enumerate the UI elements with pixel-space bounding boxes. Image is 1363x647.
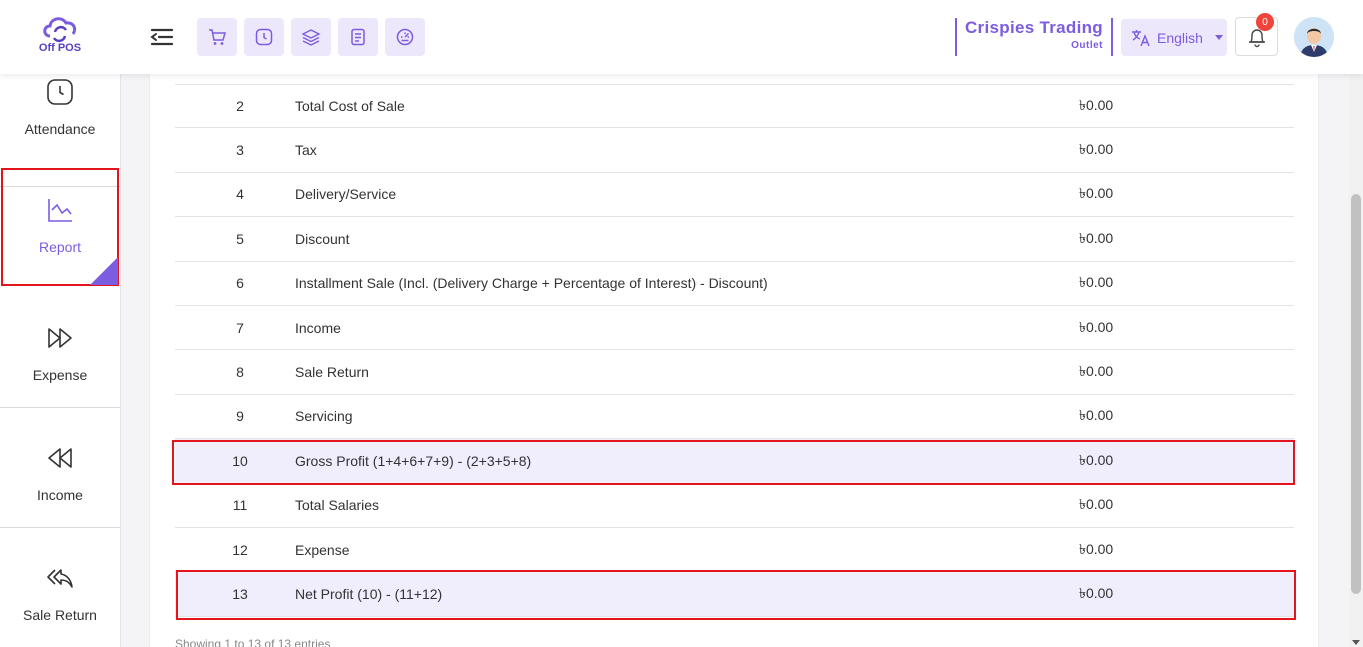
row-amount: ৳0.00 [1079,540,1114,557]
sidebar-item-report[interactable]: Report [0,167,120,287]
sidebar-item-label: Income [37,487,83,503]
rewind-icon [48,448,72,468]
avatar-image [1294,17,1334,57]
quick-pos-button[interactable] [197,18,237,56]
scrollbar-thumb[interactable] [1351,194,1361,594]
table-row: 6 Installment Sale (Incl. (Delivery Char… [175,262,1294,306]
row-amount: ৳0.00 [1079,363,1114,380]
table-row: 3 Tax ৳0.00 [175,128,1294,173]
quick-attendance-button[interactable] [244,18,284,56]
report-card: 2 Total Cost of Sale ৳0.00 3 Tax ৳0.00 4… [149,74,1319,647]
outlet-info: Crispies Trading Outlet [960,18,1103,51]
row-description: Income [295,319,341,336]
table-row: 7 Income ৳0.00 [175,306,1294,351]
table-row: 9 Servicing ৳0.00 [175,395,1294,440]
row-description: Expense [295,541,350,558]
sidebar-item-income[interactable]: Income [0,408,120,528]
row-amount: ৳0.00 [1079,451,1114,468]
row-amount: ৳0.00 [1079,141,1114,158]
row-description: Discount [295,230,350,247]
row-amount: ৳0.00 [1079,496,1114,513]
table-row: 11 Total Salaries ৳0.00 [175,484,1294,528]
row-number: 9 [236,408,244,425]
row-amount: ৳0.00 [1079,97,1114,114]
sidebar-item-sale-return[interactable]: Sale Return [0,528,120,647]
row-description: Net Profit (10) - (11+12) [295,585,443,602]
net-profit-row: 13 Net Profit (10) - (11+12) ৳0.00 [175,572,1294,617]
row-number: 5 [236,230,244,247]
scroll-down-icon[interactable] [1352,640,1360,645]
table-row: 5 Discount ৳0.00 [175,217,1294,262]
table-info: Showing 1 to 13 of 13 entries [175,637,331,647]
row-number: 6 [236,275,244,292]
top-header: Off POS Crispies Trading Outlet English … [0,0,1363,74]
quick-dashboard-button[interactable] [385,18,425,56]
row-amount: ৳0.00 [1079,318,1114,335]
clock-icon [47,79,73,105]
row-description: Total Salaries [295,497,380,514]
app-logo[interactable]: Off POS [30,12,90,62]
dashboard-icon [396,28,414,46]
layers-icon [301,29,321,46]
row-number: 12 [232,541,248,558]
language-label: English [1157,29,1203,46]
row-number: 3 [236,142,244,159]
row-description: Sale Return [295,364,369,381]
row-number: 4 [236,186,244,203]
row-amount: ৳0.00 [1079,229,1114,246]
active-indicator [90,257,118,285]
row-description: Servicing [295,408,353,425]
row-amount: ৳0.00 [1079,407,1114,424]
row-description: Delivery/Service [295,186,397,203]
sidebar-item-label: Report [38,239,82,255]
cloud-sync-icon [43,17,77,43]
row-number: 2 [236,98,244,115]
sidebar-item-expense[interactable]: Expense [0,287,120,408]
row-description: Installment Sale (Incl. (Delivery Charge… [295,275,768,292]
row-number: 8 [236,364,244,381]
sidebar-item-label: Sale Return [23,607,97,623]
reply-all-icon [47,569,73,588]
table-row: 12 Expense ৳0.00 [175,528,1294,573]
menu-toggle-icon[interactable] [150,26,174,48]
table-row: 4 Delivery/Service ৳0.00 [175,173,1294,218]
outlet-name: Crispies Trading [964,18,1103,37]
header-divider [955,18,957,56]
table-row: 8 Sale Return ৳0.00 [175,350,1294,395]
cart-icon [209,29,226,45]
quick-stock-button[interactable] [291,18,331,56]
table-row: 2 Total Cost of Sale ৳0.00 [175,84,1294,129]
quick-receipt-button[interactable] [338,18,378,56]
sidebar: Attendance Report Expense Income Sale Re… [0,74,121,647]
chevron-down-icon [1214,35,1223,40]
header-divider [1111,18,1113,56]
user-avatar[interactable] [1294,17,1334,57]
row-amount: ৳0.00 [1079,274,1114,291]
row-amount: ৳0.00 [1079,185,1114,202]
receipt-icon [351,28,365,46]
row-number: 11 [232,497,248,514]
row-number: 7 [236,319,244,336]
profit-loss-table: 2 Total Cost of Sale ৳0.00 3 Tax ৳0.00 4… [175,84,1294,617]
row-number: 10 [232,452,248,469]
notification-badge: 0 [1256,13,1274,31]
row-description: Tax [295,142,317,159]
page-scrollbar[interactable] [1349,74,1363,647]
row-description: Total Cost of Sale [295,98,405,115]
outlet-label: Outlet [1071,40,1103,51]
logo-text: Off POS [38,42,82,54]
clock-icon [255,28,273,46]
language-dropdown[interactable]: English [1121,19,1227,56]
row-number: 13 [232,585,248,602]
row-amount: ৳0.00 [1079,584,1114,601]
chart-icon [48,199,72,222]
sidebar-item-label: Expense [32,367,88,383]
row-description: Gross Profit (1+4+6+7+9) - (2+3+5+8) [295,452,532,469]
translate-icon [1132,29,1150,46]
gross-profit-row: 10 Gross Profit (1+4+6+7+9) - (2+3+5+8) … [175,439,1294,484]
sidebar-item-label: Attendance [24,121,96,137]
forward-icon [48,328,72,348]
